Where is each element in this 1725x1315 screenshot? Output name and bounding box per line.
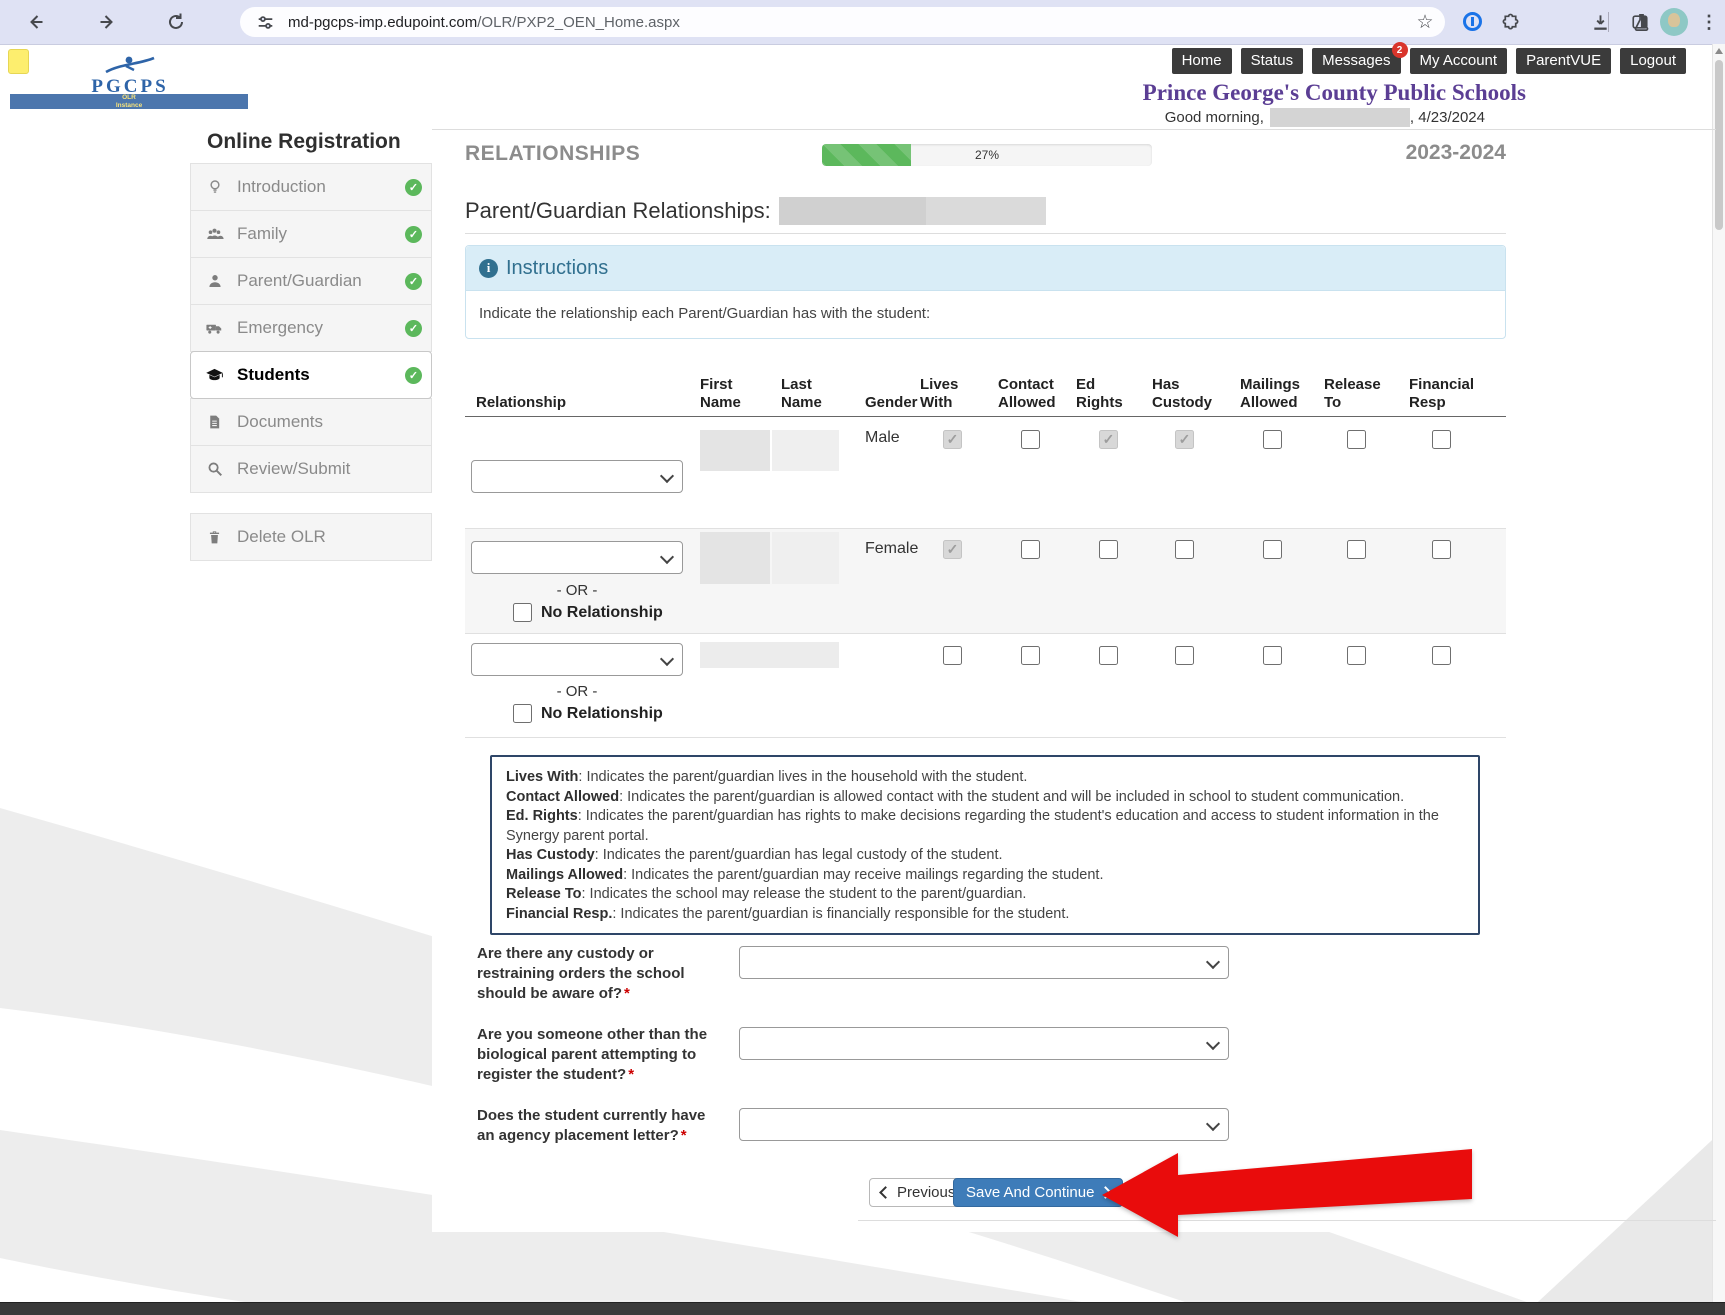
search-icon: [205, 460, 224, 479]
browser-side-panel-icon[interactable]: [1627, 9, 1653, 35]
sidebar-item-label: Introduction: [237, 177, 326, 197]
greeting-line: Good morning, , 4/23/2024: [1165, 108, 1485, 127]
browser-reload-icon[interactable]: [163, 9, 189, 35]
ambulance-icon: [205, 319, 224, 338]
sidebar-item-label: Family: [237, 224, 287, 244]
complete-check-icon: ✓: [405, 367, 422, 384]
sidebar-item-review-submit[interactable]: Review/Submit: [190, 445, 432, 493]
question-dropdown-1-select[interactable]: [739, 946, 1229, 979]
question-dropdown-2-select[interactable]: [739, 1027, 1229, 1060]
trash-icon: [205, 528, 224, 547]
nav-my-account[interactable]: My Account: [1410, 48, 1508, 74]
sidebar-title: Online Registration: [207, 130, 432, 154]
browser-chrome: md-pgcps-imp.edupoint.com/OLR/PXP2_OEN_H…: [0, 0, 1725, 45]
download-icon[interactable]: [1587, 9, 1613, 35]
nav-status[interactable]: Status: [1241, 48, 1304, 74]
browser-profile-avatar[interactable]: [1660, 8, 1688, 36]
logo-olr-instance-bar: OLRInstance: [10, 94, 248, 109]
required-asterisk: *: [681, 1127, 687, 1144]
sidebar: Online Registration Introduction ✓ Family ✓…: [190, 120, 432, 561]
redacted-user-name: [1270, 108, 1410, 127]
site-settings-icon[interactable]: [252, 9, 278, 35]
question-label-3: Does the student currently have an agenc…: [477, 1106, 709, 1146]
taskbar-strip: [0, 1302, 1725, 1315]
extensions-puzzle-icon[interactable]: [1497, 9, 1523, 35]
question-dropdown-3-select[interactable]: [739, 1108, 1229, 1141]
annotation-arrow: [1098, 1147, 1476, 1239]
sidebar-item-family[interactable]: Family ✓: [190, 210, 432, 258]
district-title: Prince George's County Public Schools: [1143, 80, 1526, 106]
sidebar-item-parent-guardian[interactable]: Parent/Guardian ✓: [190, 257, 432, 305]
main-content: RELATIONSHIPS 27% 2023-2024 Parent/Guard…: [432, 129, 1716, 1232]
complete-check-icon: ✓: [405, 226, 422, 243]
browser-menu-icon[interactable]: ⋮: [1696, 9, 1722, 35]
sidebar-item-label: Parent/Guardian: [237, 271, 362, 291]
question-dropdown-3[interactable]: [739, 1108, 1229, 1141]
lightbulb-icon: [205, 178, 224, 197]
required-asterisk: *: [628, 1066, 634, 1083]
sidebar-item-emergency[interactable]: Emergency ✓: [190, 304, 432, 352]
complete-check-icon: ✓: [405, 179, 422, 196]
sidebar-item-label: Students: [237, 365, 310, 385]
browser-forward-icon[interactable]: [95, 9, 121, 35]
question-dropdown-1[interactable]: [739, 946, 1229, 979]
complete-check-icon: ✓: [405, 320, 422, 337]
family-icon: [205, 225, 224, 244]
required-asterisk: *: [624, 985, 630, 1002]
person-icon: [205, 272, 224, 291]
sidebar-item-delete-olr[interactable]: Delete OLR: [190, 513, 432, 561]
top-nav: Home Status Messages2 My Account ParentVUE Lo…: [1172, 48, 1686, 74]
extension-badge-icon[interactable]: [1463, 12, 1482, 31]
messages-count-badge: 2: [1392, 42, 1408, 58]
question-label-2: Are you someone other than the biologica…: [477, 1025, 709, 1085]
sidebar-item-students[interactable]: Students ✓: [190, 351, 432, 399]
scrollbar-up-arrow[interactable]: [1715, 48, 1723, 54]
graduation-cap-icon: [205, 366, 224, 385]
url-text: md-pgcps-imp.edupoint.com/OLR/PXP2_OEN_H…: [288, 14, 680, 31]
chevron-left-icon: [879, 1186, 892, 1199]
nav-logout[interactable]: Logout: [1620, 48, 1686, 74]
sidebar-item-label: Documents: [237, 412, 323, 432]
sidebar-item-documents[interactable]: Documents: [190, 398, 432, 446]
document-icon: [205, 413, 224, 432]
question-dropdown-2[interactable]: [739, 1027, 1229, 1060]
sidebar-item-label: Delete OLR: [237, 527, 326, 547]
question-label-1: Are there any custody or restraining ord…: [477, 944, 709, 1004]
complete-check-icon: ✓: [405, 273, 422, 290]
sidebar-item-introduction[interactable]: Introduction ✓: [190, 163, 432, 211]
pgcps-logo: PGCPS OLRInstance: [10, 54, 250, 108]
nav-home[interactable]: Home: [1172, 48, 1232, 74]
url-bar[interactable]: md-pgcps-imp.edupoint.com/OLR/PXP2_OEN_H…: [240, 7, 1445, 37]
scrollbar-thumb[interactable]: [1715, 60, 1723, 230]
sidebar-item-label: Emergency: [237, 318, 323, 338]
nav-messages[interactable]: Messages2: [1312, 48, 1400, 74]
nav-parentvue[interactable]: ParentVUE: [1516, 48, 1611, 74]
sidebar-item-label: Review/Submit: [237, 459, 350, 479]
bookmark-star-icon[interactable]: ☆: [1412, 9, 1438, 35]
browser-back-icon[interactable]: [22, 9, 48, 35]
